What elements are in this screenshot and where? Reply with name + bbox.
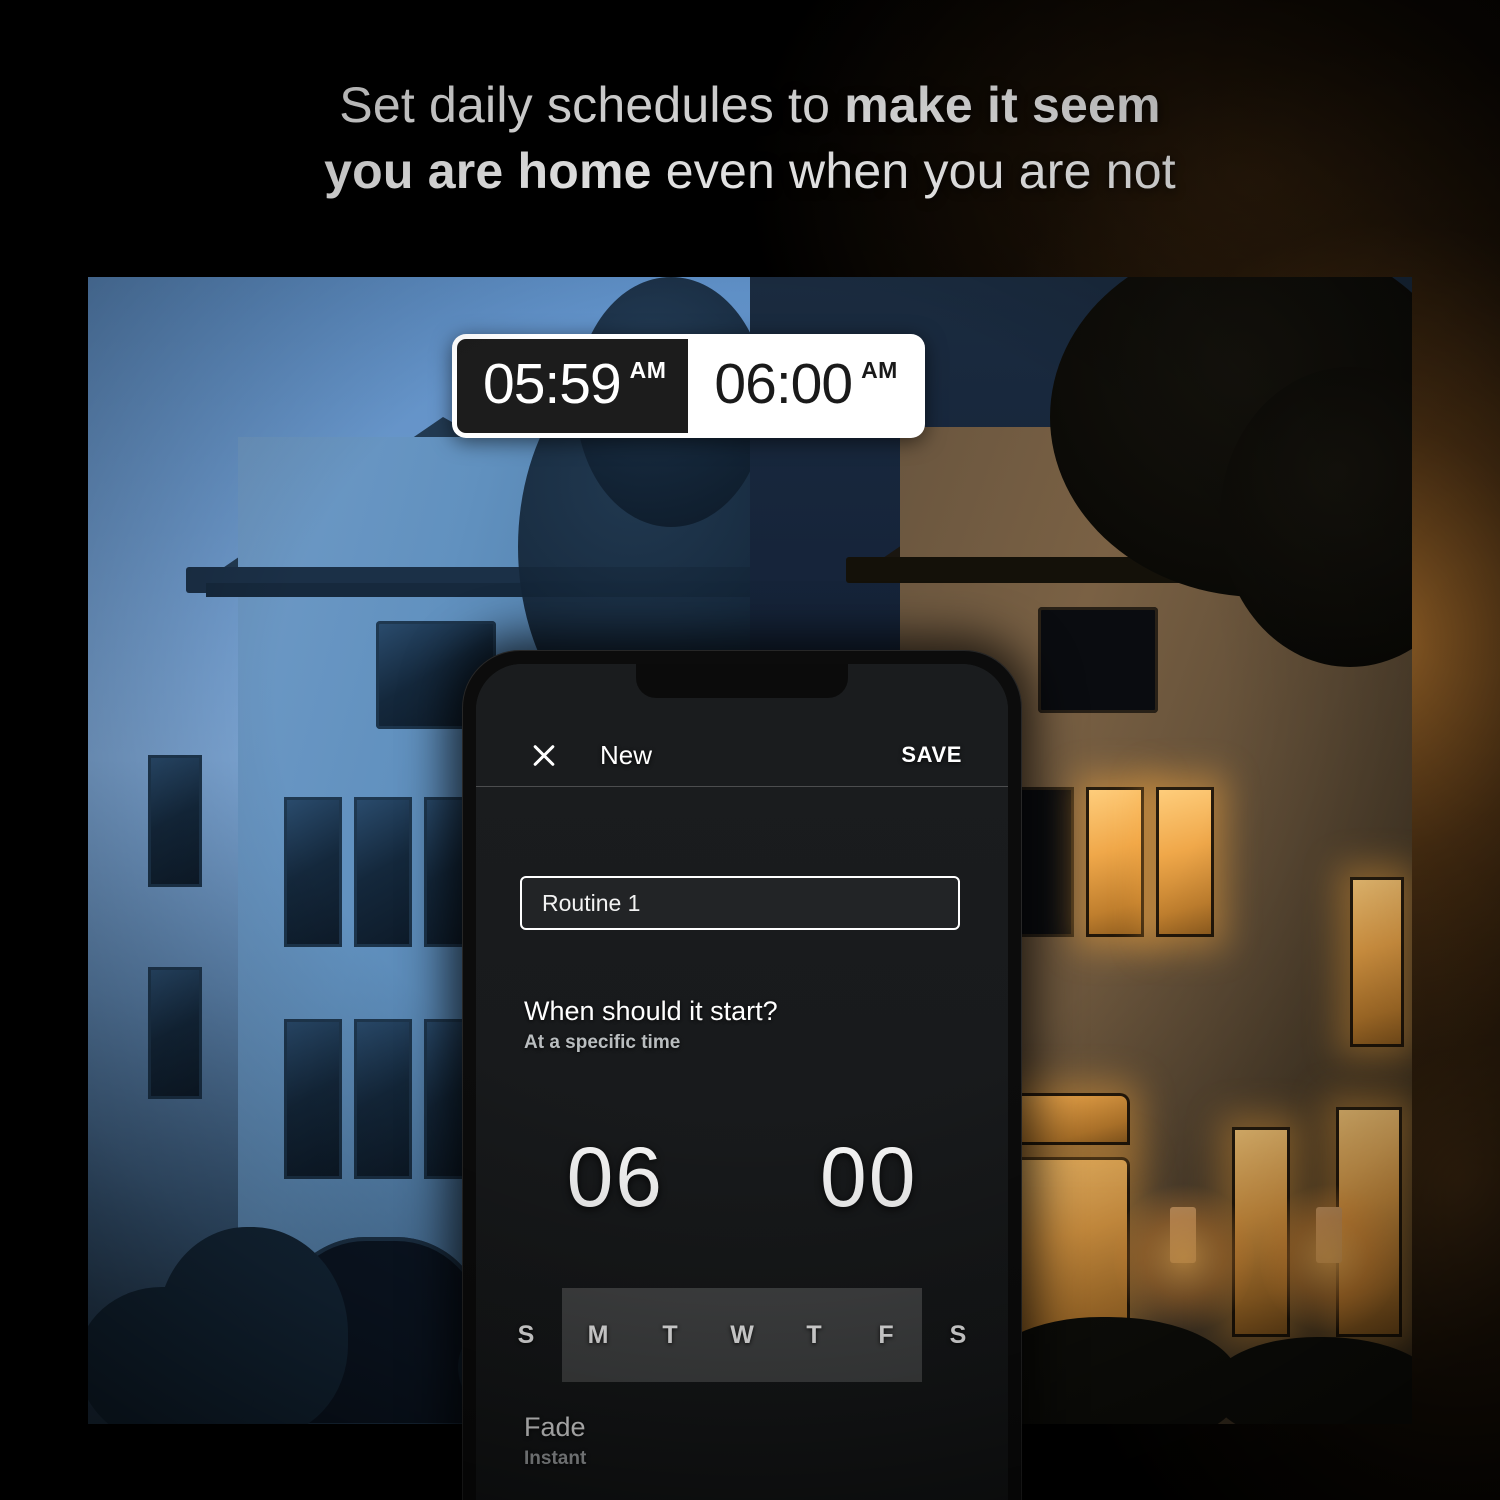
start-section-subtext: At a specific time [524, 1032, 681, 1053]
time-badge-before-time: 05:59 [483, 352, 622, 416]
window-right-lit [1156, 787, 1214, 937]
window-left [354, 1019, 412, 1179]
promo-composition: Set daily schedules to make it seem you … [0, 0, 1500, 1500]
time-picker-hour[interactable]: 06 [567, 1134, 664, 1220]
window-right-lit [1086, 787, 1144, 937]
app-title: New [600, 739, 653, 770]
start-section-heading: When should it start? [524, 996, 778, 1026]
time-badge-before-meridiem: AM [629, 357, 667, 383]
routine-name-value: Routine 1 [542, 889, 641, 916]
time-picker-minute[interactable]: 00 [820, 1134, 917, 1220]
time-badge-after-time: 06:00 [714, 352, 853, 416]
routine-name-input[interactable]: Routine 1 [520, 876, 960, 930]
day-toggle-tuesday[interactable]: T [634, 1288, 706, 1382]
headline-line1-bold: make it seem [844, 77, 1161, 133]
headline-line-2: you are home even when you are not [0, 138, 1500, 204]
day-toggle-monday[interactable]: M [562, 1288, 634, 1382]
headline-line-1: Set daily schedules to make it seem [0, 72, 1500, 138]
day-toggle-saturday[interactable]: S [922, 1288, 994, 1382]
headline-line1-normal: Set daily schedules to [339, 77, 845, 133]
page-headline: Set daily schedules to make it seem you … [0, 72, 1500, 204]
phone-screen: New SAVE Routine 1 When should it start?… [476, 664, 1008, 1500]
time-badge-after-meridiem: AM [861, 357, 898, 383]
header-divider [476, 786, 1008, 787]
time-badge-after: 06:00 AM [688, 334, 925, 438]
start-section[interactable]: When should it start? At a specific time [524, 996, 778, 1054]
day-toggle-sunday[interactable]: S [490, 1288, 562, 1382]
wall-lamp-right [1260, 1183, 1400, 1333]
window-right-lit [1350, 877, 1404, 1047]
window-left [148, 755, 202, 887]
save-button[interactable]: SAVE [901, 742, 962, 768]
fade-section-subtext: Instant [524, 1448, 587, 1469]
phone-mockup: New SAVE Routine 1 When should it start?… [462, 650, 1022, 1500]
time-badge-group: 05:59 AM 06:00 AM [452, 334, 925, 438]
window-left [148, 967, 202, 1099]
day-toggle-friday[interactable]: F [850, 1288, 922, 1382]
window-left [284, 797, 342, 947]
day-toggle-thursday[interactable]: T [778, 1288, 850, 1382]
close-icon[interactable] [530, 741, 558, 769]
time-badge-before: 05:59 AM [452, 334, 689, 438]
app-header: New SAVE [476, 726, 1008, 784]
headline-line2-normal: even when you are not [651, 143, 1176, 199]
app-screen-new-routine: New SAVE Routine 1 When should it start?… [476, 664, 1008, 1500]
time-picker[interactable]: 06 00 [476, 1134, 1008, 1220]
headline-line2-bold: you are home [324, 143, 652, 199]
fade-section-heading: Fade [524, 1412, 586, 1442]
window-attic-right [1038, 607, 1158, 713]
window-left [284, 1019, 342, 1179]
day-of-week-selector: S M T W T F S [490, 1288, 994, 1382]
day-toggle-wednesday[interactable]: W [706, 1288, 778, 1382]
window-left [354, 797, 412, 947]
wall-lamp-right [1114, 1183, 1254, 1333]
fade-section[interactable]: Fade Instant [524, 1412, 586, 1470]
window-right [1016, 787, 1074, 937]
